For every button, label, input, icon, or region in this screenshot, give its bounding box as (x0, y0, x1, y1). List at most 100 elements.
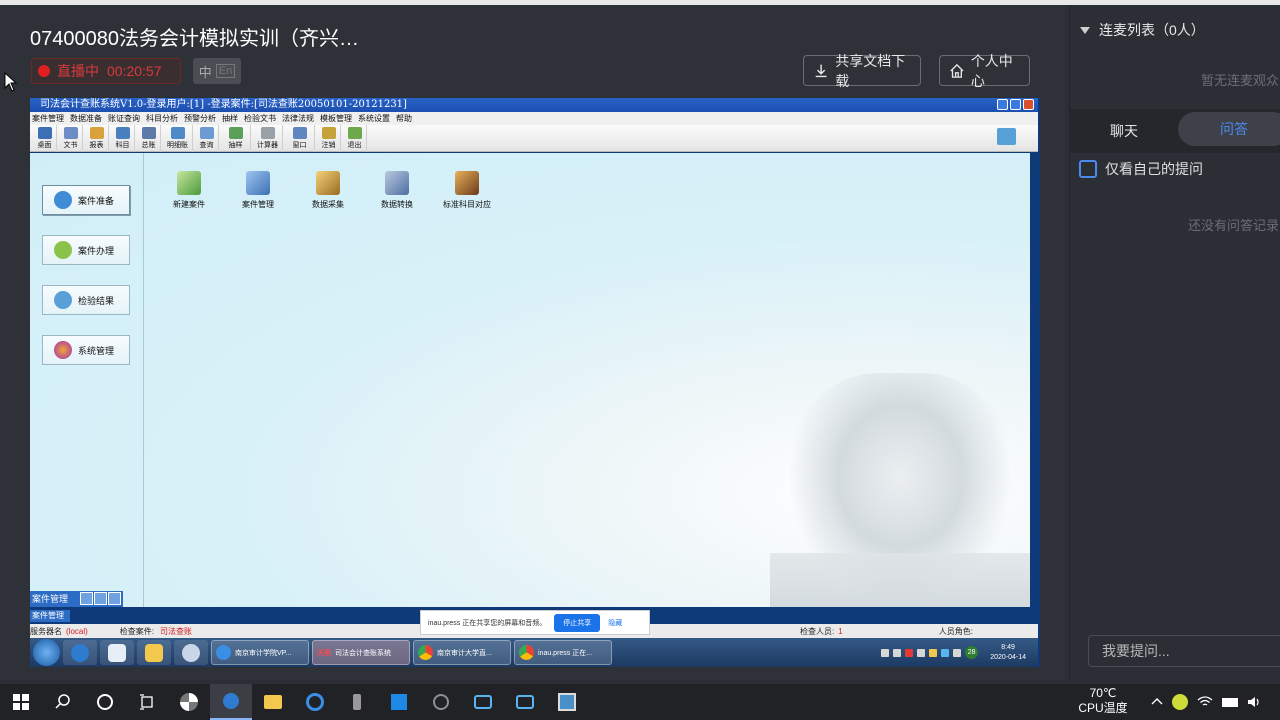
cortana-button[interactable] (84, 684, 126, 720)
ie-icon (216, 645, 231, 660)
menu-item[interactable]: 账证查询 (108, 112, 140, 125)
feature-data-convert[interactable]: 数据转换 (367, 171, 427, 210)
taskbar-task[interactable]: 南京审计学院VP... (211, 640, 309, 665)
toolbar-calculator-button[interactable]: 计算器 (253, 125, 283, 152)
menu-item[interactable]: 模板管理 (320, 112, 352, 125)
chevron-up-icon[interactable] (1151, 696, 1163, 708)
tray-icon[interactable] (953, 648, 962, 657)
pinned-app[interactable] (137, 640, 171, 665)
menu-item[interactable]: 预警分析 (184, 112, 216, 125)
toolbar-sample-button[interactable]: 抽样 (221, 125, 251, 152)
menu-item[interactable]: 检验文书 (244, 112, 276, 125)
taskbar-task[interactable]: 天用 司法会计查账系统 (312, 640, 410, 665)
taskbar-app[interactable] (210, 684, 252, 720)
menu-item[interactable]: 系统设置 (358, 112, 390, 125)
stream-title: 07400080法务会计模拟实训（齐兴… (30, 28, 359, 50)
wifi-icon[interactable] (1197, 695, 1213, 709)
taskbar-app[interactable] (462, 684, 504, 720)
menu-item[interactable]: 帮助 (396, 112, 412, 125)
tray-icon[interactable] (917, 648, 926, 657)
subpanel-close-icon[interactable] (108, 592, 121, 605)
own-questions-filter[interactable]: 仅看自己的提问 (1079, 159, 1203, 179)
maximize-icon[interactable] (1010, 99, 1021, 110)
tray-icon[interactable] (881, 648, 890, 657)
menu-item[interactable]: 法律法规 (282, 112, 314, 125)
stop-sharing-button[interactable]: 停止共享 (554, 613, 601, 632)
mic-list-header[interactable]: 连麦列表（0人） (1080, 20, 1205, 40)
lang-en[interactable]: En (215, 64, 236, 78)
toolbar-logout-button[interactable]: 注销 (317, 125, 341, 152)
feature-case-manage[interactable]: 案件管理 (228, 171, 288, 210)
personal-center-button[interactable]: 个人中心 (939, 53, 1030, 89)
task-view-button[interactable] (126, 684, 168, 720)
menu-item[interactable]: 数据准备 (70, 112, 102, 125)
menu-item[interactable]: 抽样 (222, 112, 238, 125)
taskbar-app[interactable] (546, 684, 588, 720)
toolbar-report-button[interactable]: 报表 (85, 125, 109, 152)
shared-docs-download-button[interactable]: 共享文档下载 (803, 53, 921, 89)
menu-item[interactable]: 案件管理 (32, 112, 64, 125)
taskbar-app[interactable] (420, 684, 462, 720)
pinned-app[interactable] (63, 640, 97, 665)
toolbar-window-button[interactable]: 窗口 (285, 125, 315, 152)
tray-icon[interactable] (893, 648, 902, 657)
win7-clock[interactable]: 8:49 2020-04-14 (990, 643, 1026, 663)
toolbar-ledger-button[interactable]: 总账 (137, 125, 161, 152)
nav-inspection-result[interactable]: 检验结果 (42, 285, 130, 315)
own-questions-label: 仅看自己的提问 (1105, 161, 1203, 177)
nav-case-prep[interactable]: 案件准备 (42, 185, 130, 215)
taskbar-app[interactable] (168, 684, 210, 720)
cpu-temperature-widget[interactable]: 70℃ CPU温度 (1073, 686, 1133, 716)
windows-start-button[interactable] (0, 684, 42, 720)
status-role-label: 人员角色: (938, 626, 973, 636)
tray-icon[interactable] (905, 648, 914, 657)
tab-qa[interactable]: 问答 (1178, 112, 1280, 146)
search-button[interactable] (42, 684, 84, 720)
taskbar-task[interactable]: 南京审计大学直... (413, 640, 511, 665)
feature-standard-subject[interactable]: 标准科目对应 (437, 171, 497, 210)
taskbar-task[interactable]: inau.press 正在... (514, 640, 612, 665)
feature-data-collect[interactable]: 数据采集 (298, 171, 358, 210)
feature-new-case[interactable]: 新建案件 (159, 171, 219, 210)
subpanel-restore-icon[interactable] (80, 592, 93, 605)
document-icon (63, 127, 78, 139)
ask-question-input[interactable]: 我要提问... (1088, 635, 1280, 667)
minimize-icon[interactable] (997, 99, 1008, 110)
tray-badge[interactable]: 28 (965, 646, 979, 659)
tray-icon[interactable] (941, 648, 950, 657)
pinned-app[interactable] (100, 640, 134, 665)
pinned-app[interactable] (174, 640, 208, 665)
volume-icon[interactable] (1247, 695, 1261, 709)
toolbar-query-button[interactable]: 查询 (195, 125, 219, 152)
taskbar-app[interactable] (504, 684, 546, 720)
app-menubar: 案件管理 数据准备 账证查询 科目分析 预警分析 抽样 检验文书 法律法规 模板… (30, 112, 1038, 125)
refresh-icon[interactable] (997, 128, 1016, 145)
toolbar-exit-button[interactable]: 退出 (343, 125, 367, 152)
tray-icon[interactable] (929, 648, 938, 657)
battery-icon[interactable] (1222, 697, 1238, 707)
profile-label: 个人中心 (970, 52, 1013, 89)
task-label: inau.press 正在... (538, 649, 593, 657)
hide-notice-link[interactable]: 隐藏 (608, 618, 622, 628)
taskbar-app[interactable] (252, 684, 294, 720)
language-toggle[interactable]: 中 En (193, 58, 241, 84)
toolbar-detail-button[interactable]: 明细账 (163, 125, 193, 152)
nav-case-handle[interactable]: 案件办理 (42, 235, 130, 265)
tab-chat[interactable]: 聊天 (1110, 121, 1138, 141)
own-questions-checkbox[interactable] (1079, 160, 1097, 178)
subpanel-tab[interactable]: 案件管理 (30, 610, 70, 622)
close-icon[interactable] (1023, 99, 1034, 110)
toolbar-desktop-button[interactable]: 桌面 (33, 125, 57, 152)
nav-system-manage[interactable]: 系统管理 (42, 335, 130, 365)
taskbar-app[interactable] (294, 684, 336, 720)
menu-item[interactable]: 科目分析 (146, 112, 178, 125)
subpanel-maximize-icon[interactable] (94, 592, 107, 605)
lang-zh[interactable]: 中 (199, 62, 212, 81)
taskbar-app[interactable] (378, 684, 420, 720)
taskbar-app[interactable] (336, 684, 378, 720)
stone-lion-base (770, 553, 1030, 607)
windows-start-icon[interactable] (33, 639, 60, 666)
toolbar-document-button[interactable]: 文书 (59, 125, 83, 152)
security-icon[interactable] (1172, 694, 1188, 710)
toolbar-subject-button[interactable]: 科目 (111, 125, 135, 152)
